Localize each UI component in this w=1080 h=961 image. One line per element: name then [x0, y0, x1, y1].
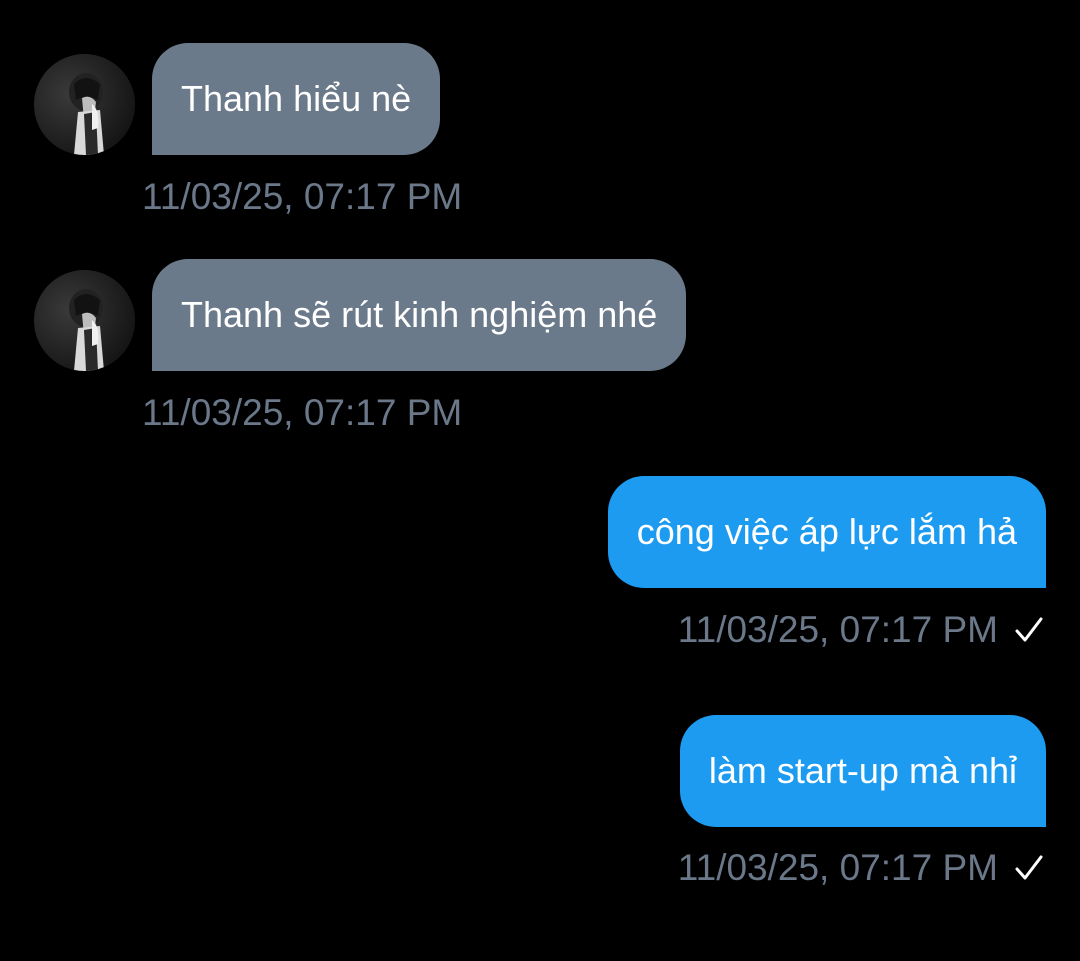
message-text: làm start-up mà nhỉ [708, 750, 1017, 791]
message-bubble[interactable]: Thanh sẽ rút kinh nghiệm nhé [152, 259, 687, 371]
message-timestamp: 11/03/25, 07:17 PM [677, 847, 998, 888]
check-icon [1015, 617, 1043, 642]
message-text: Thanh hiểu nè [181, 78, 412, 119]
message-timestamp: 11/03/25, 07:17 PM [677, 609, 998, 650]
message-text: Thanh sẽ rút kinh nghiệm nhé [181, 294, 658, 335]
avatar-photo-icon [34, 54, 135, 155]
message-text: công việc áp lực lắm hả [636, 511, 1017, 552]
message-meta: 11/03/25, 07:17 PM [678, 847, 1044, 889]
message-bubble[interactable]: công việc áp lực lắm hả [607, 476, 1046, 588]
avatar-photo-icon [34, 270, 135, 371]
contact-avatar[interactable] [34, 270, 135, 371]
message-timestamp: 11/03/25, 07:17 PM [142, 176, 463, 217]
message-timestamp: 11/03/25, 07:17 PM [142, 392, 463, 433]
contact-avatar[interactable] [34, 54, 135, 155]
message-bubble[interactable]: Thanh hiểu nè [152, 43, 441, 155]
message-bubble[interactable]: làm start-up mà nhỉ [679, 715, 1046, 827]
check-icon [1015, 855, 1043, 880]
message-meta: 11/03/25, 07:17 PM [678, 609, 1044, 651]
